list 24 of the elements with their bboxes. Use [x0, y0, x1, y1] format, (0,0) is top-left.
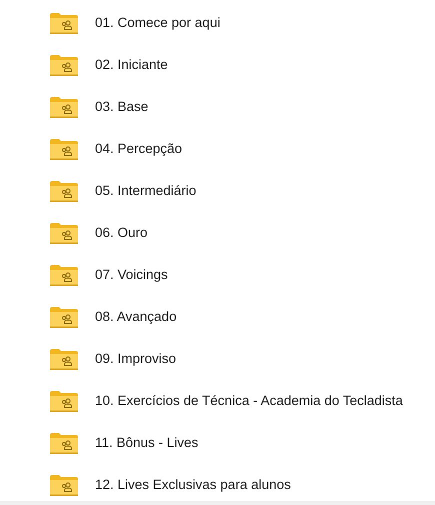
shared-folder-icon [50, 306, 78, 328]
shared-folder-icon [50, 54, 78, 76]
shared-folder-icon [50, 432, 78, 454]
folder-name[interactable]: 12. Lives Exclusivas para alunos [95, 474, 291, 496]
folder-name[interactable]: 01. Comece por aqui [95, 12, 220, 34]
shared-folder-icon [50, 96, 78, 118]
folder-name[interactable]: 10. Exercícios de Técnica - Academia do Tecladista [95, 390, 403, 412]
folder-name[interactable]: 09. Improviso [95, 348, 176, 370]
shared-folder-icon [50, 138, 78, 160]
folder-name[interactable]: 08. Avançado [95, 306, 177, 328]
shared-folder-icon [50, 390, 78, 412]
folder-name[interactable]: 07. Voicings [95, 264, 168, 286]
folder-name[interactable]: 03. Base [95, 96, 148, 118]
shared-folder-icon [50, 222, 78, 244]
shared-folder-icon [50, 12, 78, 34]
folder-name[interactable]: 04. Percepção [95, 138, 182, 160]
folder-name[interactable]: 02. Iniciante [95, 54, 168, 76]
shared-folder-icon [50, 180, 78, 202]
folder-name[interactable]: 06. Ouro [95, 222, 148, 244]
shared-folder-icon [50, 264, 78, 286]
shared-folder-icon [50, 474, 78, 496]
shared-folder-icon [50, 348, 78, 370]
folder-name[interactable]: 11. Bônus - Lives [95, 432, 198, 454]
folder-name[interactable]: 05. Intermediário [95, 180, 196, 202]
